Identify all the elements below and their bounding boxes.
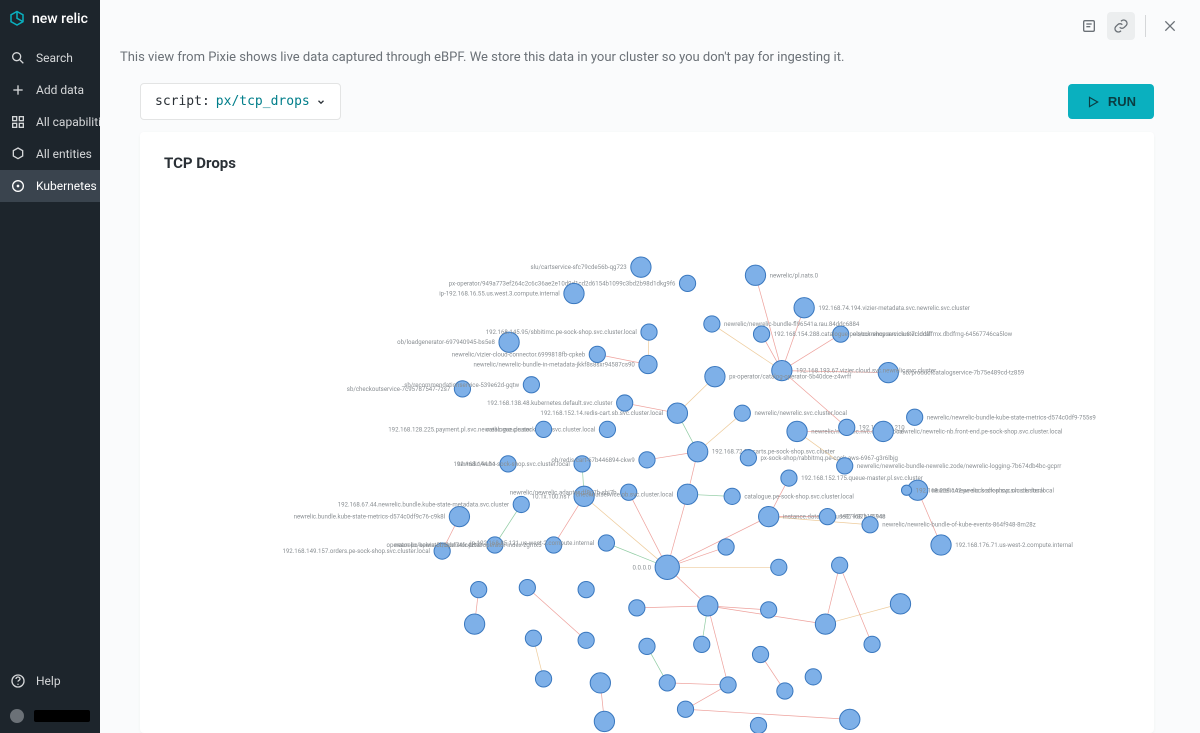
logo-icon xyxy=(8,10,26,28)
tcp-drops-graph[interactable]: slu/cartservice-sfc79cde56b-qg723 px-oper… xyxy=(140,182,1154,733)
svg-text:ob/redis-cart-67b446894-ckw9: ob/redis-cart-67b446894-ckw9 xyxy=(551,457,635,464)
sidebar-item-label: Kubernetes xyxy=(36,179,97,193)
svg-text:192.168.228.142.pe-sock-shop.s: 192.168.228.142.pe-sock-shop.svc.cluster… xyxy=(916,487,1045,494)
svg-text:checkoutservice.ob.svc.cluster: checkoutservice.ob.svc.cluster.local xyxy=(576,491,674,498)
svg-text:0.0.0.0: 0.0.0.0 xyxy=(633,564,652,571)
svg-text:px-operator/catalog-operator-5: px-operator/catalog-operator-5b40dce-z4w… xyxy=(729,374,852,381)
grid-icon xyxy=(10,114,26,130)
nav-list: Search Add data All capabilities All ent… xyxy=(0,42,100,663)
sidebar-item-add-data[interactable]: Add data xyxy=(0,74,100,106)
close-button[interactable] xyxy=(1156,12,1184,40)
svg-text:192.168.149.157.orders.pe-sock: 192.168.149.157.orders.pe-sock-shop.svc.… xyxy=(282,548,430,555)
permalink-button[interactable] xyxy=(1107,12,1135,40)
hexagon-icon xyxy=(10,146,26,162)
svg-text:slu/cartservice-sfc79cde56b-qg: slu/cartservice-sfc79cde56b-qg723 xyxy=(531,264,628,271)
svg-text:newrelic/vizier-cloud-connecto: newrelic/vizier-cloud-connector.6999818f… xyxy=(452,351,586,358)
svg-text:newrelic/newrelic-bundle-of-ku: newrelic/newrelic-bundle-of-kube-events-… xyxy=(882,522,1036,529)
run-button-label: RUN xyxy=(1108,94,1136,109)
svg-text:sb/recommendationservice-539e6: sb/recommendationservice-539e62d-gqtw xyxy=(404,382,519,389)
divider xyxy=(1145,15,1146,37)
controls-row: script: px/tcp_drops RUN xyxy=(100,83,1200,132)
sidebar-item-all-entities[interactable]: All entities xyxy=(0,138,100,170)
sidebar-item-label: All entities xyxy=(36,147,92,161)
kubernetes-icon xyxy=(10,178,26,194)
help-icon xyxy=(10,673,26,689)
svg-text:ip-192.168.85.121.us-west-2.co: ip-192.168.85.121.us-west-2.compute.inte… xyxy=(470,540,595,547)
script-selector-label: script: xyxy=(155,94,210,109)
svg-text:newrelic/newrelic-nb.front-end: newrelic/newrelic-nb.front-end.pe-sock-s… xyxy=(897,428,1063,435)
script-selector[interactable]: script: px/tcp_drops xyxy=(140,83,341,120)
svg-text:newrelic/newrelic-bundle-newre: newrelic/newrelic-bundle-newrelic.zode/n… xyxy=(857,463,1061,470)
user-name-redacted xyxy=(34,710,90,722)
svg-text:192.168.152.175.queue-master.p: 192.168.152.175.queue-master.pl.svc.clus… xyxy=(801,475,923,482)
svg-text:newrelic/newrelic-bundle-in-me: newrelic/newrelic-bundle-in-metadata-jkk… xyxy=(473,362,635,369)
svg-text:192.168.176.71.us-west-2.compu: 192.168.176.71.us-west-2.compute.interna… xyxy=(955,542,1073,549)
svg-text:px-sock-shop/rabbitmq.pe-cock-: px-sock-shop/rabbitmq.pe-cock-aws-6967-g… xyxy=(761,455,898,462)
svg-text:192.168.138.48.kubernetes.defa: 192.168.138.48.kubernetes.default.svc.cl… xyxy=(487,400,612,407)
svg-text:192.168.67.44.newrelic.bundle.: 192.168.67.44.newrelic.bundle.kube-state… xyxy=(338,501,509,508)
svg-text:newrelic/newrelic.svc.cluster.: newrelic/newrelic.svc.cluster.local xyxy=(754,410,847,417)
search-icon xyxy=(10,50,26,66)
svg-text:ip-192.168.16.55.us.west.3.com: ip-192.168.16.55.us.west.3.compute.inter… xyxy=(439,291,560,298)
sidebar: new relic Search Add data All capabiliti… xyxy=(0,0,100,733)
sidebar-item-search[interactable]: Search xyxy=(0,42,100,74)
help-label: Help xyxy=(36,674,61,688)
link-icon xyxy=(1113,18,1129,34)
svg-text:ob/loadgenerator-697940945-bs5: ob/loadgenerator-697940945-bs5e8 xyxy=(397,339,495,346)
svg-text:px-operator/949a773ef264c2c6c3: px-operator/949a773ef264c2c6c36ae2e10d9d… xyxy=(449,280,676,287)
sidebar-item-label: Search xyxy=(36,51,73,65)
svg-text:192.168.74.194.vizier-metadata: 192.168.74.194.vizier-metadata.svc.newre… xyxy=(818,305,970,312)
notes-icon xyxy=(1081,18,1097,34)
notes-button[interactable] xyxy=(1075,12,1103,40)
sidebar-item-label: Add data xyxy=(36,83,84,97)
sidebar-item-kubernetes[interactable]: Kubernetes xyxy=(0,170,100,202)
brand-name: new relic xyxy=(32,11,88,27)
close-icon xyxy=(1162,18,1178,34)
svg-text:newrelic/pl.nats.0: newrelic/pl.nats.0 xyxy=(770,272,819,279)
chevron-down-icon xyxy=(316,97,326,107)
svg-text:newrelic/newrelic-bundle-kube-: newrelic/newrelic-bundle-kube-state-metr… xyxy=(927,414,1097,421)
run-button[interactable]: RUN xyxy=(1068,84,1154,119)
sidebar-item-user[interactable] xyxy=(0,699,100,733)
sidebar-item-help[interactable]: Help xyxy=(0,663,100,699)
avatar-icon xyxy=(10,709,24,723)
play-icon xyxy=(1086,95,1100,109)
brand-logo[interactable]: new relic xyxy=(0,0,100,38)
sidebar-bottom: Help xyxy=(0,663,100,733)
svg-text:192.168.145.95/sbbitimc.pe-soc: 192.168.145.95/sbbitimc.pe-sock-shop.svc… xyxy=(486,329,638,336)
plus-icon xyxy=(10,82,26,98)
svg-text:newrelic.bundle.kube-state-met: newrelic.bundle.kube-state-metrics-d574c… xyxy=(294,514,446,521)
svg-text:192.168.128.225.payment.pl.svc: 192.168.128.225.payment.pl.svc.newrelic.… xyxy=(388,426,531,433)
main-content: This view from Pixie shows live data cap… xyxy=(100,0,1200,733)
panel-title: TCP Drops xyxy=(164,154,1130,172)
page-description: This view from Pixie shows live data cap… xyxy=(100,40,1200,83)
svg-text:newrelic/newrelic-bundle-fl965: newrelic/newrelic-bundle-fl96541a.rau.84… xyxy=(724,321,860,328)
sidebar-item-label: All capabilities xyxy=(36,115,100,129)
topbar xyxy=(100,0,1200,40)
tcp-drops-panel: TCP Drops slu/cartservice-sfc79cde56b-qg… xyxy=(140,132,1154,733)
svg-text:192.168.112.148: 192.168.112.148 xyxy=(840,514,886,521)
svg-text:192.168.152.14.redis-cart.sb.s: 192.168.152.14.redis-cart.sb.svc.cluster… xyxy=(540,410,663,417)
svg-text:192.168.154.288.catalogue.pe-s: 192.168.154.288.catalogue.pe-sock-shop.s… xyxy=(774,331,931,338)
sidebar-item-all-capabilities[interactable]: All capabilities xyxy=(0,106,100,138)
svg-text:catalogue.pe-sock-shop.svc.clu: catalogue.pe-sock-shop.svc.cluster.local xyxy=(744,493,854,500)
script-selector-value: px/tcp_drops xyxy=(216,94,310,109)
